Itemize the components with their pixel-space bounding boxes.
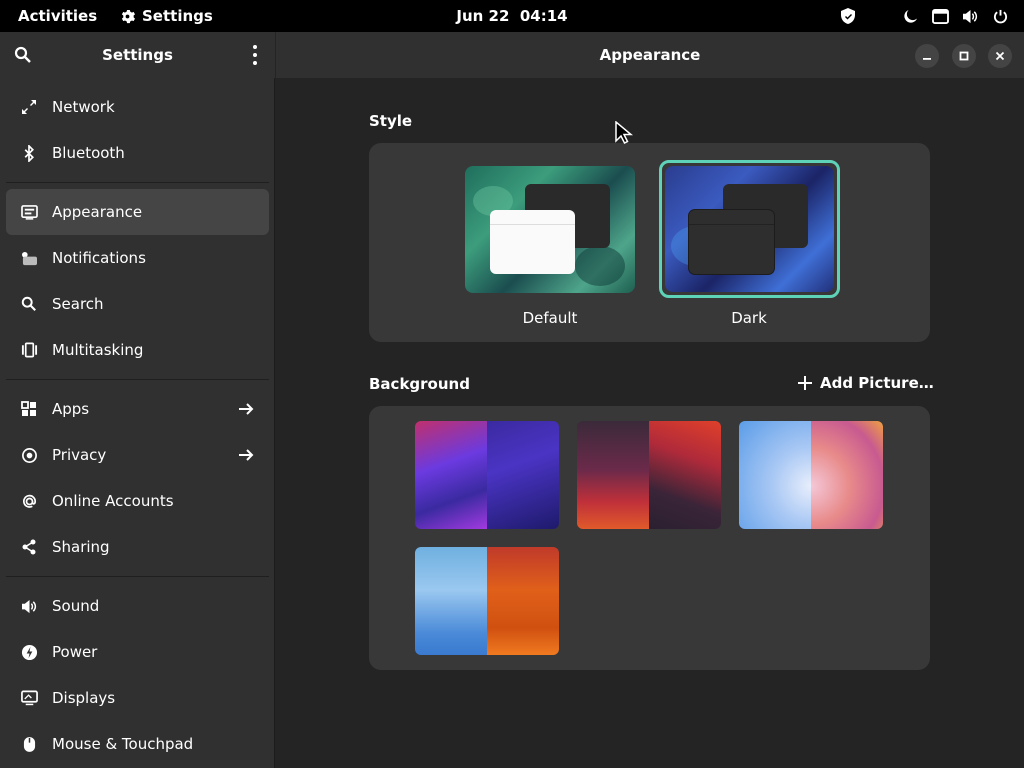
page-title: Appearance — [599, 46, 701, 64]
power-icon — [20, 643, 38, 661]
main-panel: Appearance Style Default Dark Background… — [276, 32, 1024, 768]
style-dark-thumbnail[interactable] — [665, 166, 834, 292]
sidebar-item-bluetooth[interactable]: Bluetooth — [6, 130, 269, 176]
night-light-icon[interactable] — [900, 6, 920, 26]
system-tray[interactable] — [838, 6, 1010, 26]
sidebar-item-mouse-touchpad[interactable]: Mouse & Touchpad — [6, 721, 269, 767]
menu-icon[interactable] — [251, 45, 259, 65]
wallpaper-thumbnail[interactable] — [415, 421, 559, 529]
sidebar-item-sound[interactable]: Sound — [6, 583, 269, 629]
sidebar-item-appearance[interactable]: Appearance — [6, 189, 269, 235]
add-picture-label: Add Picture… — [820, 374, 934, 392]
sidebar-item-label: Multitasking — [52, 341, 144, 359]
style-default-thumbnail[interactable] — [465, 166, 635, 293]
sidebar-item-label: Apps — [52, 400, 90, 418]
sidebar-item-search[interactable]: Search — [6, 281, 269, 327]
volume-icon[interactable] — [960, 6, 980, 26]
background-heading: Background — [369, 375, 470, 393]
style-default-label: Default — [522, 309, 578, 327]
sidebar: Settings Network Bluetooth Appearance No… — [0, 32, 275, 768]
sidebar-item-notifications[interactable]: Notifications — [6, 235, 269, 281]
sidebar-item-apps[interactable]: Apps — [6, 386, 269, 432]
sidebar-item-sharing[interactable]: Sharing — [6, 524, 269, 570]
notifications-icon — [20, 249, 38, 267]
mouse-pointer-icon — [615, 121, 633, 145]
multitasking-icon — [20, 341, 38, 359]
close-icon — [995, 51, 1005, 61]
sidebar-item-label: Sharing — [52, 538, 110, 556]
style-heading: Style — [369, 112, 413, 130]
wallpaper-thumbnail[interactable] — [739, 421, 883, 529]
sharing-icon — [20, 538, 38, 556]
sidebar-item-label: Mouse & Touchpad — [52, 735, 194, 753]
network-icon — [20, 98, 38, 116]
sidebar-header: Settings — [0, 32, 275, 78]
divider — [6, 182, 269, 183]
window-preview — [689, 210, 774, 274]
sidebar-item-network[interactable]: Network — [6, 84, 269, 130]
shield-icon[interactable] — [838, 6, 858, 26]
top-bar: Activities Settings Jun 22 04:14 — [0, 0, 1024, 32]
sidebar-item-online-accounts[interactable]: Online Accounts — [6, 478, 269, 524]
app-name: Settings — [142, 7, 213, 25]
sidebar-item-multitasking[interactable]: Multitasking — [6, 327, 269, 373]
sidebar-item-label: Notifications — [52, 249, 146, 267]
search-icon — [20, 295, 38, 313]
style-card: Default Dark — [369, 143, 930, 342]
minimize-icon — [923, 58, 931, 60]
sidebar-item-label: Sound — [52, 597, 100, 615]
close-button[interactable] — [988, 44, 1012, 68]
maximize-button[interactable] — [952, 44, 976, 68]
mouse-icon — [20, 735, 38, 753]
add-picture-button[interactable]: Add Picture… — [798, 374, 934, 392]
apps-icon — [20, 400, 38, 418]
background-card — [369, 406, 930, 670]
sidebar-list: Network Bluetooth Appearance Notificatio… — [0, 84, 275, 767]
wallpaper-thumbnail[interactable] — [577, 421, 721, 529]
sidebar-item-label: Bluetooth — [52, 144, 125, 162]
sidebar-item-privacy[interactable]: Privacy — [6, 432, 269, 478]
arrow-right-icon — [239, 449, 254, 461]
online-accounts-icon — [20, 492, 38, 510]
sidebar-item-power[interactable]: Power — [6, 629, 269, 675]
arrow-right-icon — [239, 403, 254, 415]
power-icon[interactable] — [990, 6, 1010, 26]
clock[interactable]: Jun 22 04:14 — [456, 7, 567, 25]
privacy-icon — [20, 446, 38, 464]
bluetooth-icon — [20, 144, 38, 162]
sound-icon — [20, 597, 38, 615]
divider — [6, 576, 269, 577]
sidebar-item-label: Network — [52, 98, 115, 116]
sidebar-item-label: Appearance — [52, 203, 143, 221]
main-header: Appearance — [276, 32, 1024, 78]
activities-button[interactable]: Activities — [18, 7, 97, 25]
window-preview — [490, 210, 575, 274]
sidebar-item-label: Search — [52, 295, 104, 313]
network-icon[interactable] — [930, 6, 950, 26]
maximize-icon — [959, 51, 969, 61]
sidebar-title: Settings — [102, 46, 173, 64]
sidebar-item-label: Displays — [52, 689, 116, 707]
sidebar-item-displays[interactable]: Displays — [6, 675, 269, 721]
displays-icon — [20, 689, 38, 707]
divider — [6, 379, 269, 380]
wallpaper-thumbnail[interactable] — [415, 547, 559, 655]
gear-icon — [121, 9, 135, 23]
style-dark-label: Dark — [731, 309, 767, 327]
minimize-button[interactable] — [915, 44, 939, 68]
sidebar-item-label: Privacy — [52, 446, 107, 464]
app-menu[interactable]: Settings — [120, 7, 213, 25]
appearance-icon — [20, 203, 38, 221]
sidebar-item-label: Power — [52, 643, 98, 661]
sidebar-item-label: Online Accounts — [52, 492, 174, 510]
plus-icon — [798, 376, 812, 390]
